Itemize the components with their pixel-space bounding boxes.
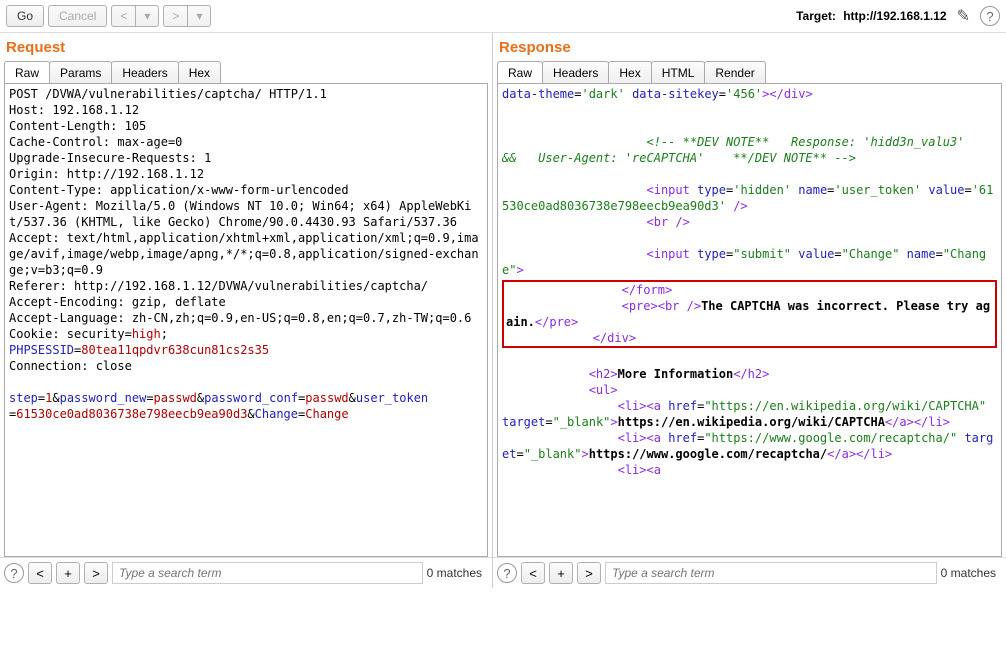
tab-html[interactable]: HTML (651, 61, 706, 84)
request-panel: Request RawParamsHeadersHex POST /DVWA/v… (0, 33, 493, 588)
help-icon[interactable]: ? (980, 6, 1000, 26)
response-search-next-button[interactable]: > (577, 562, 601, 584)
response-search-prev-button[interactable]: < (521, 562, 545, 584)
back-menu-button[interactable]: ▾ (135, 5, 159, 27)
response-search-input[interactable] (605, 562, 937, 584)
forward-button[interactable]: > (163, 5, 188, 27)
tab-headers[interactable]: Headers (111, 61, 178, 84)
response-help-icon[interactable]: ? (497, 563, 517, 583)
response-tabs: RawHeadersHexHTMLRender (493, 60, 1006, 83)
history-back-group: < ▾ (111, 5, 159, 27)
tab-raw[interactable]: Raw (497, 61, 543, 84)
back-button[interactable]: < (111, 5, 136, 27)
response-title: Response (493, 33, 1006, 60)
cancel-button[interactable]: Cancel (48, 5, 107, 27)
request-match-count: 0 matches (427, 566, 488, 580)
tab-hex[interactable]: Hex (608, 61, 651, 84)
request-search-add-button[interactable]: + (56, 562, 80, 584)
response-search-add-button[interactable]: + (549, 562, 573, 584)
response-footer: ? < + > 0 matches (493, 557, 1006, 588)
request-help-icon[interactable]: ? (4, 563, 24, 583)
request-search-input[interactable] (112, 562, 423, 584)
request-title: Request (0, 33, 492, 60)
response-match-count: 0 matches (941, 566, 1002, 580)
request-search-next-button[interactable]: > (84, 562, 108, 584)
tab-params[interactable]: Params (49, 61, 112, 84)
edit-target-icon[interactable]: ✎ (957, 6, 970, 26)
request-editor[interactable]: POST /DVWA/vulnerabilities/captcha/ HTTP… (5, 84, 487, 556)
request-search-prev-button[interactable]: < (28, 562, 52, 584)
forward-menu-button[interactable]: ▾ (187, 5, 211, 27)
tab-headers[interactable]: Headers (542, 61, 609, 84)
history-forward-group: > ▾ (163, 5, 211, 27)
tab-raw[interactable]: Raw (4, 61, 50, 84)
tab-hex[interactable]: Hex (178, 61, 221, 84)
request-footer: ? < + > 0 matches (0, 557, 492, 588)
top-toolbar: Go Cancel < ▾ > ▾ Target: http://192.168… (0, 0, 1006, 32)
target-label: Target: http://192.168.1.12 (796, 9, 951, 23)
go-button[interactable]: Go (6, 5, 44, 27)
tab-render[interactable]: Render (704, 61, 765, 84)
response-editor[interactable]: data-theme='dark' data-sitekey='456'></d… (498, 84, 1001, 556)
request-tabs: RawParamsHeadersHex (0, 60, 492, 83)
response-panel: Response RawHeadersHexHTMLRender data-th… (493, 33, 1006, 588)
